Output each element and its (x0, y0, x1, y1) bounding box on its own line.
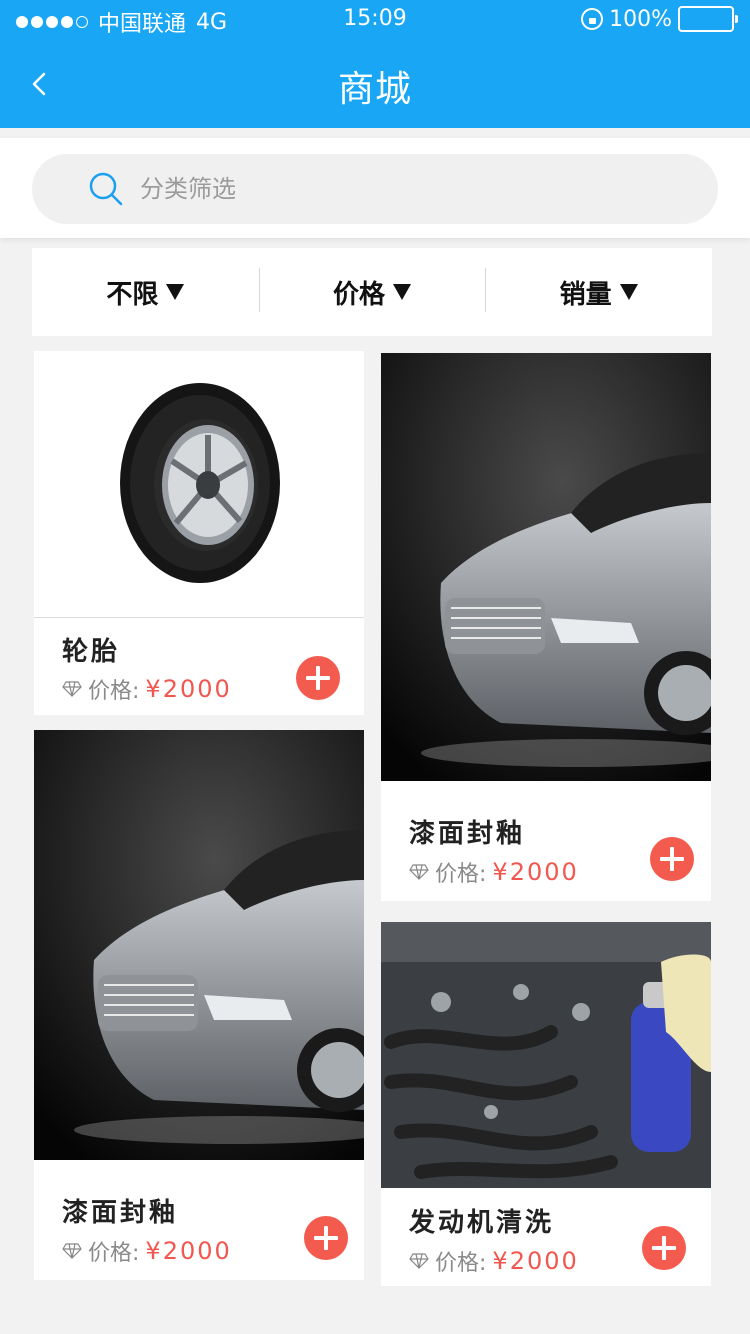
search-bar-container (0, 138, 750, 238)
battery-percent: 100% (609, 6, 672, 32)
product-price: ¥2000 (492, 858, 579, 886)
diamond-icon (62, 681, 82, 697)
orientation-lock-icon (581, 8, 604, 30)
product-name: 漆面封釉 (409, 819, 526, 849)
price-label: 价格: (88, 1241, 140, 1266)
price-label: 价格: (88, 679, 140, 704)
filter-label: 销量 (559, 279, 612, 310)
product-price: ¥2000 (492, 1247, 579, 1275)
product-name: 轮胎 (62, 637, 121, 667)
price-label: 价格: (435, 862, 487, 887)
diamond-icon (409, 864, 429, 880)
triangle-down-icon (619, 284, 638, 300)
filter-sales[interactable]: 销量 (485, 248, 712, 336)
add-to-cart-button[interactable] (642, 1226, 686, 1270)
divider (34, 617, 364, 618)
battery-icon (678, 6, 738, 32)
price-row: 价格: ¥2000 (62, 1235, 232, 1267)
filter-label: 价格 (333, 279, 386, 310)
filter-unlimited[interactable]: 不限 (32, 248, 259, 336)
price-row: 价格: ¥2000 (62, 673, 232, 705)
filter-price[interactable]: 价格 (258, 248, 486, 336)
search-bar[interactable] (32, 154, 718, 224)
triangle-down-icon (166, 284, 185, 300)
product-card[interactable]: 发动机清洗 价格: ¥2000 (381, 922, 711, 1286)
add-to-cart-button[interactable] (650, 837, 694, 881)
filter-label: 不限 (106, 279, 159, 310)
product-card[interactable]: 漆面封釉 价格: ¥2000 (381, 353, 711, 901)
product-card[interactable]: 轮胎 价格: ¥2000 (34, 351, 364, 715)
price-row: 价格: ¥2000 (409, 1245, 579, 1277)
product-image-car (34, 730, 364, 1160)
product-price: ¥2000 (145, 1237, 232, 1265)
add-to-cart-button[interactable] (304, 1216, 348, 1260)
product-name: 发动机清洗 (409, 1208, 555, 1238)
header: 中国联通 4G 15:09 100% 商城 (0, 0, 750, 128)
product-image-car (381, 353, 711, 781)
diamond-icon (62, 1243, 82, 1259)
status-bar: 中国联通 4G 15:09 100% (0, 0, 750, 40)
triangle-down-icon (393, 284, 412, 300)
page-title: 商城 (337, 69, 412, 110)
product-card[interactable]: 漆面封釉 价格: ¥2000 (34, 730, 364, 1280)
diamond-icon (409, 1253, 429, 1269)
add-to-cart-button[interactable] (296, 656, 340, 700)
product-image-engine (381, 922, 711, 1188)
filter-bar: 不限 价格 销量 (32, 248, 712, 336)
price-row: 价格: ¥2000 (409, 856, 579, 888)
product-price: ¥2000 (145, 675, 232, 703)
product-name: 漆面封釉 (62, 1198, 179, 1228)
search-icon (89, 172, 123, 206)
price-label: 价格: (435, 1251, 487, 1276)
search-input[interactable] (140, 154, 660, 224)
product-image-tire (34, 351, 364, 617)
nav-bar: 商城 (0, 40, 750, 128)
